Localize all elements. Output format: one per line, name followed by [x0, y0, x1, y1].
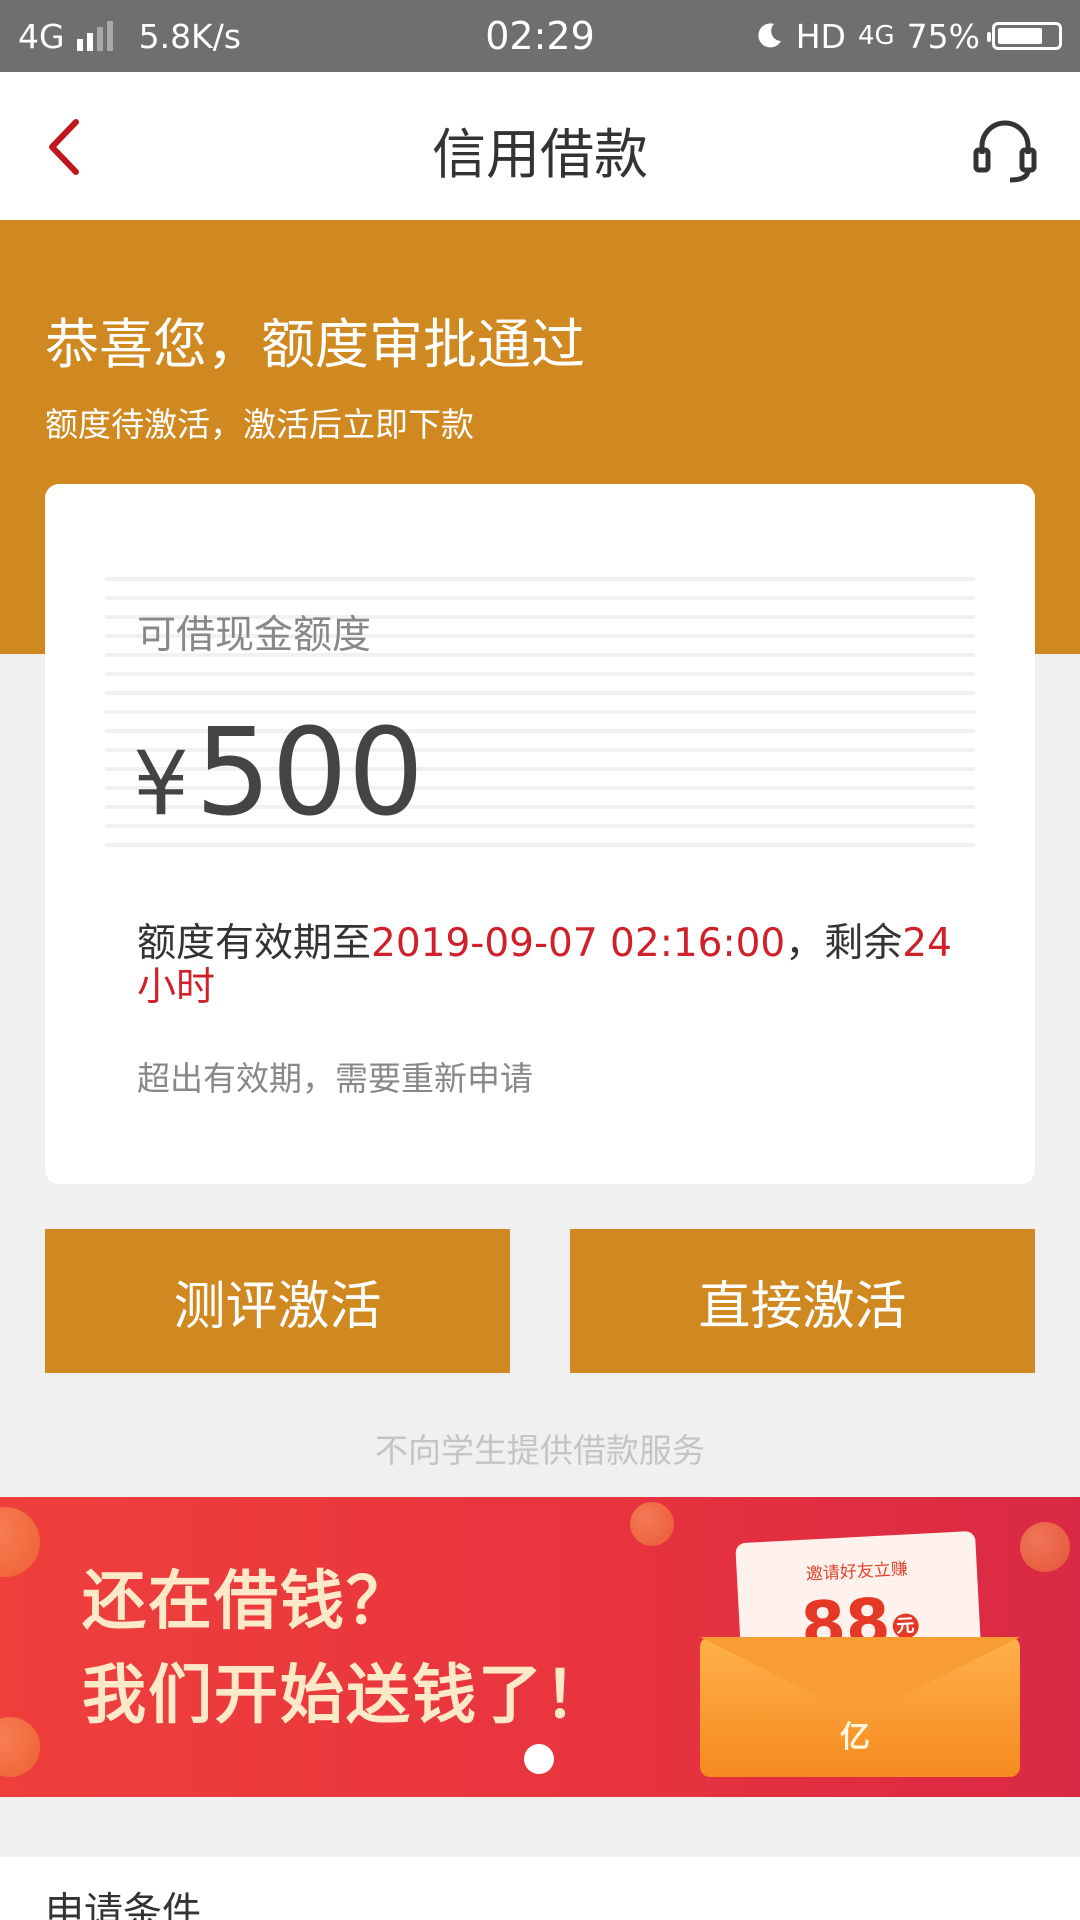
battery-percent: 75%	[906, 16, 980, 56]
approval-subtitle: 额度待激活，激活后立即下款	[45, 405, 474, 444]
banner-line-1: 还在借钱？	[82, 1565, 412, 1639]
credit-amount: ¥500	[133, 714, 424, 834]
status-bar: 4G 5.8K/s 02:29 HD 4G 75%	[0, 0, 1080, 72]
coin-decoration	[0, 1717, 40, 1777]
battery-fill	[998, 28, 1042, 44]
nav-bar: 信用借款	[0, 72, 1080, 220]
validity-prefix: 额度有效期至	[137, 921, 372, 966]
conditions-section: 申请条件	[0, 1857, 1080, 1920]
validity-date: 2019-09-07 02:16:00	[371, 921, 786, 966]
network-type-right: 4G	[857, 21, 895, 51]
envelope-flap	[700, 1637, 1020, 1717]
validity-mid: ，剩余	[785, 921, 903, 966]
envelope-unit: 元	[891, 1613, 919, 1640]
red-envelope-icon: 邀请好友立赚 88 元 亿	[700, 1527, 1040, 1777]
expire-note: 超出有效期，需要重新申请	[137, 1059, 533, 1098]
coin-decoration	[630, 1502, 674, 1546]
banner-line-2: 我们开始送钱了！	[82, 1659, 610, 1733]
credit-limit-label: 可借现金额度	[137, 613, 372, 658]
student-notice: 不向学生提供借款服务	[375, 1431, 705, 1470]
page-title: 信用借款	[432, 123, 648, 186]
status-left: 4G 5.8K/s	[18, 17, 241, 56]
status-right: HD 4G 75%	[754, 17, 1062, 56]
banner-headline: 还在借钱？ 我们开始送钱了！	[82, 1555, 610, 1743]
conditions-title: 申请条件	[45, 1890, 202, 1920]
signal-icon	[76, 21, 113, 51]
envelope-seal: 亿	[840, 1720, 870, 1755]
evaluate-activate-button[interactable]: 测评激活	[45, 1229, 510, 1373]
approval-title: 恭喜您，额度审批通过	[45, 313, 585, 376]
credit-limit-card: 可借现金额度 ¥500 额度有效期至2019-09-07 02:16:00，剩余…	[45, 484, 1035, 1184]
headset-icon[interactable]	[970, 116, 1040, 186]
network-speed: 5.8K/s	[138, 16, 242, 56]
validity-text: 额度有效期至2019-09-07 02:16:00，剩余24小时	[137, 922, 957, 1010]
coin-decoration	[0, 1507, 40, 1577]
network-type: 4G	[18, 16, 65, 56]
battery-icon	[987, 22, 1062, 50]
hd-indicator: HD	[795, 16, 846, 56]
carousel-indicator[interactable]	[524, 1744, 554, 1774]
direct-activate-button[interactable]: 直接激活	[570, 1229, 1035, 1373]
currency-symbol: ¥	[133, 732, 189, 835]
amount-value: 500	[195, 704, 425, 843]
moon-icon	[758, 23, 781, 48]
